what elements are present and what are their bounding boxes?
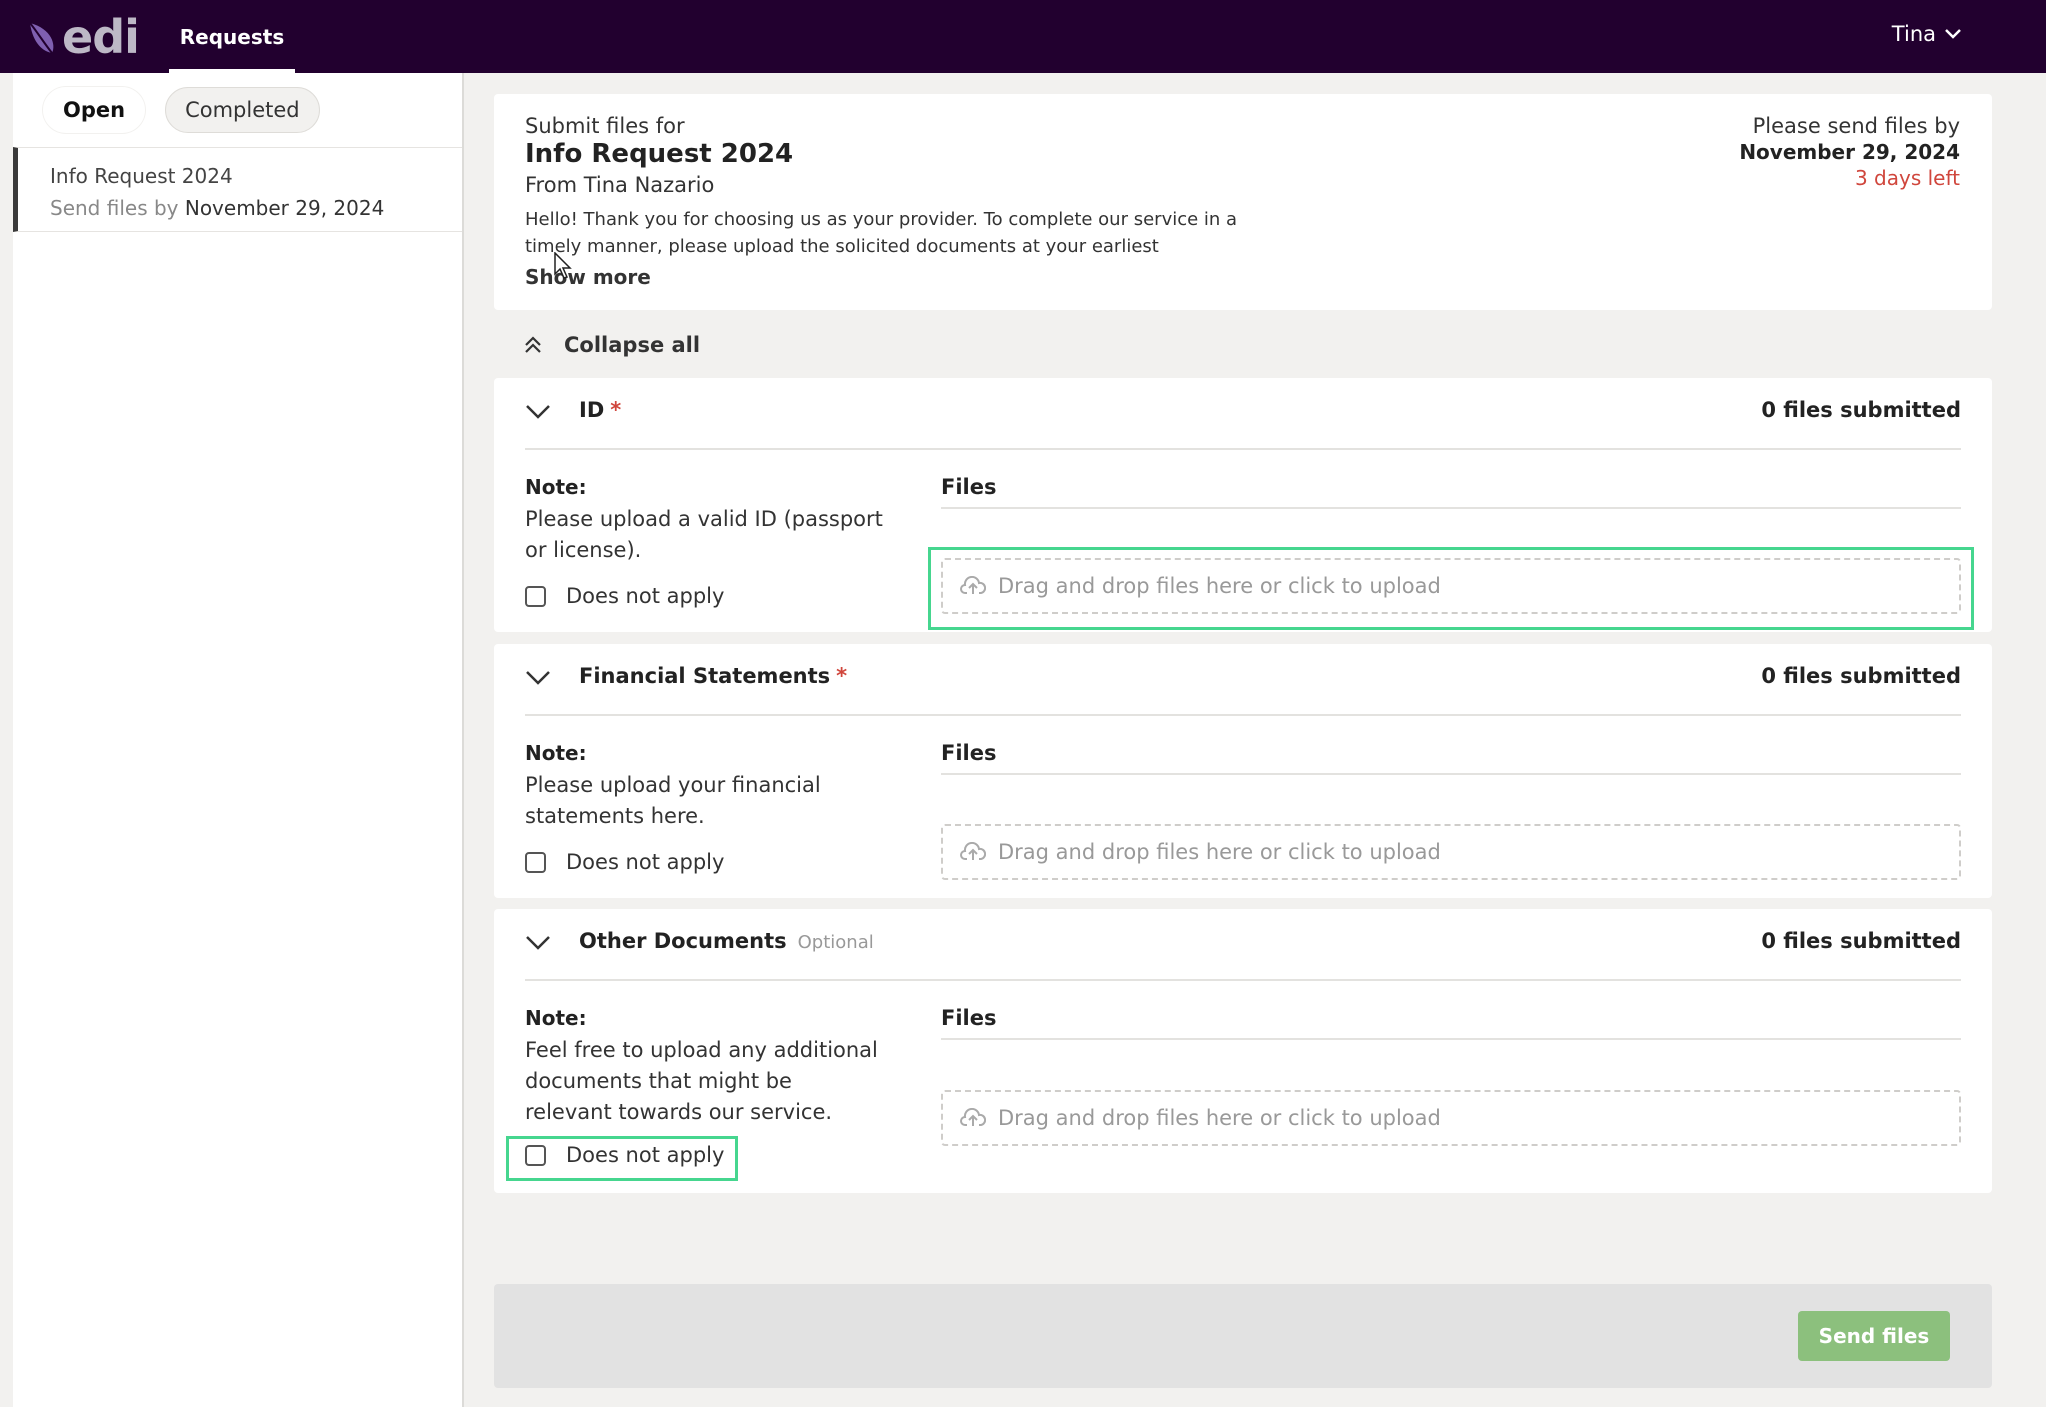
request-item-due-date: November 29, 2024 xyxy=(184,196,385,220)
chevron-down-icon[interactable] xyxy=(525,935,551,951)
request-item-due: Send files by November 29, 2024 xyxy=(50,196,462,220)
does-not-apply-label: Does not apply xyxy=(566,584,725,608)
mouse-cursor-icon xyxy=(554,252,572,279)
files-label: Files xyxy=(941,1006,1961,1040)
section-title: Financial Statements * xyxy=(579,664,847,688)
user-name: Tina xyxy=(1891,22,1936,46)
note-text: Please upload a valid ID (passport or li… xyxy=(525,507,883,562)
section-header[interactable]: Financial Statements * 0 files submitted xyxy=(525,644,1961,716)
filter-completed[interactable]: Completed xyxy=(165,87,320,133)
dropzone-text: Drag and drop files here or click to upl… xyxy=(998,1106,1441,1130)
section-title: Other Documents Optional xyxy=(579,929,874,953)
status-filter: Open Completed xyxy=(43,87,320,133)
note-label: Note: xyxy=(525,741,587,765)
top-nav-bar: edi Requests Tina xyxy=(0,0,2046,73)
dropzone-text: Drag and drop files here or click to upl… xyxy=(998,840,1441,864)
leaf-logo-icon xyxy=(29,22,54,54)
chevron-down-icon[interactable] xyxy=(525,404,551,420)
checkbox[interactable] xyxy=(525,585,546,607)
user-menu[interactable]: Tina xyxy=(1892,0,1962,68)
section-header[interactable]: ID * 0 files submitted xyxy=(525,378,1961,450)
section-header[interactable]: Other Documents Optional 0 files submitt… xyxy=(525,909,1961,981)
section-title: ID * xyxy=(579,398,621,422)
does-not-apply-label: Does not apply xyxy=(566,850,725,874)
highlight-box xyxy=(928,547,1974,630)
files-submitted-count: 0 files submitted xyxy=(1761,398,1961,422)
chevron-down-icon[interactable] xyxy=(525,670,551,686)
does-not-apply-checkbox[interactable]: Does not apply xyxy=(525,581,724,611)
double-chevron-up-icon xyxy=(525,336,541,353)
chevron-down-icon xyxy=(1945,29,1961,39)
request-item-title: Info Request 2024 xyxy=(50,164,233,188)
note-text: Feel free to upload any additional docum… xyxy=(525,1038,878,1124)
due-date: November 29, 2024 xyxy=(1739,140,1960,164)
files-submitted-count: 0 files submitted xyxy=(1761,664,1961,688)
filter-open[interactable]: Open xyxy=(43,87,146,133)
files-label: Files xyxy=(941,741,1961,775)
show-more-link[interactable]: Show more xyxy=(525,265,651,289)
logo-text: edi xyxy=(62,10,140,64)
checkbox[interactable] xyxy=(525,851,546,873)
collapse-all-label: Collapse all xyxy=(564,333,701,357)
sidebar-request-item[interactable]: Info Request 2024 Send files by November… xyxy=(13,147,462,232)
request-sender: From Tina Nazario xyxy=(525,173,715,197)
edi-logo[interactable]: edi xyxy=(26,8,140,66)
action-bar: Send files xyxy=(494,1284,1992,1388)
highlight-box xyxy=(506,1136,738,1181)
section-financial-statements: Financial Statements * 0 files submitted… xyxy=(494,644,1992,898)
does-not-apply-checkbox[interactable]: Does not apply xyxy=(525,847,724,877)
required-mark: * xyxy=(610,398,622,422)
due-info: Please send files by November 29, 2024 3… xyxy=(1739,114,1960,190)
note-label: Note: xyxy=(525,475,587,499)
send-files-button[interactable]: Send files xyxy=(1798,1311,1950,1361)
file-dropzone[interactable]: Drag and drop files here or click to upl… xyxy=(941,824,1961,880)
files-label: Files xyxy=(941,475,1961,509)
request-header-card: Submit files for Info Request 2024 From … xyxy=(494,94,1992,310)
optional-label: Optional xyxy=(797,932,874,953)
section-title-text: Other Documents xyxy=(579,929,787,953)
cloud-upload-icon xyxy=(960,1108,986,1126)
collapse-all-button[interactable]: Collapse all xyxy=(524,330,700,360)
request-kicker: Submit files for xyxy=(525,114,685,138)
request-sidebar: Open Completed Info Request 2024 Send fi… xyxy=(13,73,464,1407)
file-dropzone[interactable]: Drag and drop files here or click to upl… xyxy=(941,1090,1961,1146)
files-submitted-count: 0 files submitted xyxy=(1761,929,1961,953)
request-message: Hello! Thank you for choosing us as your… xyxy=(525,209,1238,257)
note-label: Note: xyxy=(525,1006,587,1030)
nav-tab-requests[interactable]: Requests xyxy=(169,0,295,73)
note-text: Please upload your financial statements … xyxy=(525,773,821,828)
required-mark: * xyxy=(836,664,848,688)
days-left: 3 days left xyxy=(1854,166,1960,190)
section-title-text: Financial Statements xyxy=(579,664,831,688)
request-title: Info Request 2024 xyxy=(525,139,794,169)
section-title-text: ID xyxy=(579,398,605,422)
request-item-due-prefix: Send files by xyxy=(50,196,179,220)
due-label: Please send files by xyxy=(1752,114,1960,138)
cloud-upload-icon xyxy=(960,842,986,860)
